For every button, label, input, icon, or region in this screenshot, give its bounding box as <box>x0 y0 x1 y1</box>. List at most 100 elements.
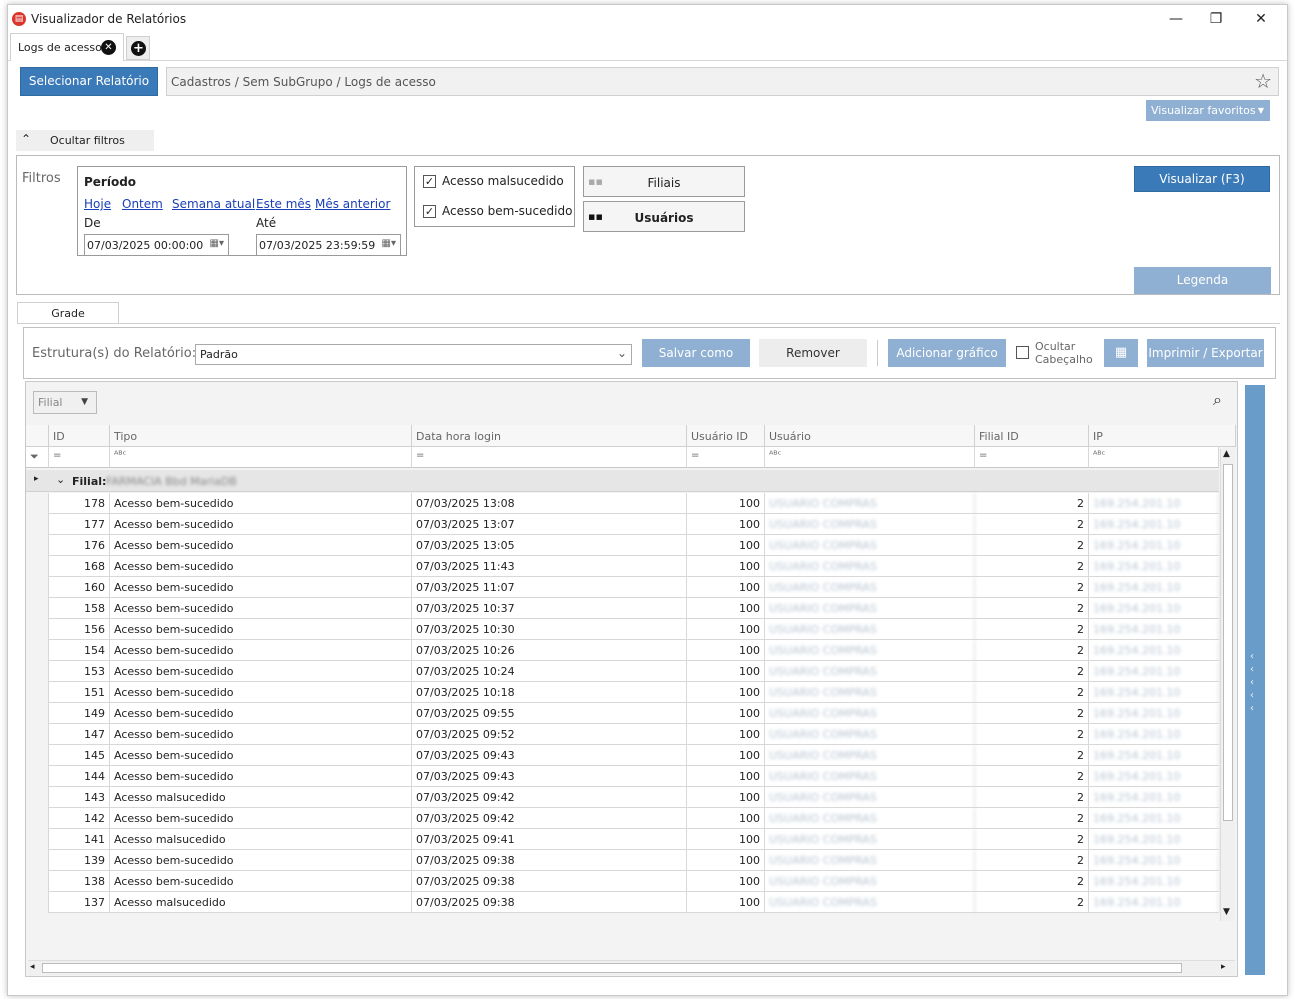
cell-fid[interactable]: 2 <box>975 808 1089 829</box>
col-header-tipo[interactable]: Tipo <box>110 425 412 447</box>
row-indicator[interactable] <box>26 556 49 577</box>
cell-user[interactable]: USUARIO COMPRAS <box>765 577 975 598</box>
cell-uid[interactable]: 100 <box>687 619 765 640</box>
row-indicator[interactable] <box>26 535 49 556</box>
cell-fid[interactable]: 2 <box>975 703 1089 724</box>
cell-data[interactable]: 07/03/2025 10:37 <box>412 598 687 619</box>
cell-uid[interactable]: 100 <box>687 808 765 829</box>
cell-uid[interactable]: 100 <box>687 514 765 535</box>
cell-uid[interactable]: 100 <box>687 682 765 703</box>
cell-id[interactable]: 142 <box>49 808 110 829</box>
close-window-button[interactable]: ✕ <box>1238 8 1284 30</box>
cell-user[interactable]: USUARIO COMPRAS <box>765 661 975 682</box>
col-header-data[interactable]: Data hora login <box>412 425 687 447</box>
cell-data[interactable]: 07/03/2025 09:41 <box>412 829 687 850</box>
table-row[interactable]: 142 Acesso bem-sucedido 07/03/2025 09:42 10… <box>26 808 1219 829</box>
table-row[interactable]: 149 Acesso bem-sucedido 07/03/2025 09:55 10… <box>26 703 1219 724</box>
excel-icon[interactable]: ▦ <box>1104 339 1138 367</box>
table-row[interactable]: 156 Acesso bem-sucedido 07/03/2025 10:30 10… <box>26 619 1219 640</box>
row-indicator[interactable] <box>26 724 49 745</box>
cell-tipo[interactable]: Acesso bem-sucedido <box>110 745 412 766</box>
cell-data[interactable]: 07/03/2025 13:07 <box>412 514 687 535</box>
row-indicator[interactable] <box>26 850 49 871</box>
cell-fid[interactable]: 2 <box>975 619 1089 640</box>
cell-uid[interactable]: 100 <box>687 703 765 724</box>
cell-tipo[interactable]: Acesso bem-sucedido <box>110 766 412 787</box>
hide-filters-toggle[interactable]: ⌃ Ocultar filtros <box>16 130 154 151</box>
cell-user[interactable]: USUARIO COMPRAS <box>765 556 975 577</box>
calendar-icon[interactable]: ▦▾ <box>382 238 396 249</box>
cell-data[interactable]: 07/03/2025 10:24 <box>412 661 687 682</box>
cell-uid[interactable]: 100 <box>687 766 765 787</box>
cell-fid[interactable]: 2 <box>975 598 1089 619</box>
cell-id[interactable]: 153 <box>49 661 110 682</box>
maximize-button[interactable]: ❐ <box>1193 8 1239 30</box>
cell-data[interactable]: 07/03/2025 11:07 <box>412 577 687 598</box>
cell-id[interactable]: 144 <box>49 766 110 787</box>
row-indicator[interactable] <box>26 787 49 808</box>
checkbox-fail[interactable]: ✓ <box>423 175 436 188</box>
filter-cell-ip[interactable]: ᴬᴮᶜ <box>1089 447 1219 468</box>
cell-uid[interactable]: 100 <box>687 598 765 619</box>
cell-fid[interactable]: 2 <box>975 535 1089 556</box>
cell-id[interactable]: 145 <box>49 745 110 766</box>
cell-data[interactable]: 07/03/2025 13:08 <box>412 493 687 514</box>
cell-uid[interactable]: 100 <box>687 745 765 766</box>
cell-user[interactable]: USUARIO COMPRAS <box>765 514 975 535</box>
cell-ip[interactable]: 169.254.201.10 <box>1089 577 1219 598</box>
table-row[interactable]: 139 Acesso bem-sucedido 07/03/2025 09:38 10… <box>26 850 1219 871</box>
cell-ip[interactable]: 169.254.201.10 <box>1089 619 1219 640</box>
cell-tipo[interactable]: Acesso malsucedido <box>110 787 412 808</box>
cell-ip[interactable]: 169.254.201.10 <box>1089 535 1219 556</box>
cell-tipo[interactable]: Acesso bem-sucedido <box>110 556 412 577</box>
cell-fid[interactable]: 2 <box>975 577 1089 598</box>
scroll-left-icon[interactable]: ◂ <box>30 962 35 972</box>
table-row[interactable]: 147 Acesso bem-sucedido 07/03/2025 09:52 10… <box>26 724 1219 745</box>
cell-uid[interactable]: 100 <box>687 724 765 745</box>
branches-button[interactable]: ▪▪ Filiais <box>583 166 745 197</box>
table-row[interactable]: 144 Acesso bem-sucedido 07/03/2025 09:43 10… <box>26 766 1219 787</box>
structure-select[interactable]: Padrão ⌄ <box>195 344 632 365</box>
cell-user[interactable]: USUARIO COMPRAS <box>765 871 975 892</box>
cell-uid[interactable]: 100 <box>687 850 765 871</box>
cell-id[interactable]: 139 <box>49 850 110 871</box>
legend-button[interactable]: Legenda <box>1134 267 1271 294</box>
row-indicator[interactable] <box>26 493 49 514</box>
cell-data[interactable]: 07/03/2025 13:05 <box>412 535 687 556</box>
scroll-right-icon[interactable]: ▸ <box>1221 962 1226 972</box>
row-indicator[interactable] <box>26 682 49 703</box>
cell-id[interactable]: 177 <box>49 514 110 535</box>
cell-fid[interactable]: 2 <box>975 724 1089 745</box>
vertical-scroll-thumb[interactable] <box>1223 464 1233 821</box>
cell-id[interactable]: 156 <box>49 619 110 640</box>
collapse-icon[interactable]: ⌄ <box>56 473 65 486</box>
cell-ip[interactable]: 169.254.201.10 <box>1089 556 1219 577</box>
link-current-week[interactable]: Semana atual <box>172 197 255 211</box>
table-row[interactable]: 145 Acesso bem-sucedido 07/03/2025 09:43 10… <box>26 745 1219 766</box>
link-this-month[interactable]: Este mês <box>256 197 311 211</box>
cell-tipo[interactable]: Acesso bem-sucedido <box>110 577 412 598</box>
cell-user[interactable]: USUARIO COMPRAS <box>765 829 975 850</box>
cell-ip[interactable]: 169.254.201.10 <box>1089 724 1219 745</box>
table-row[interactable]: 151 Acesso bem-sucedido 07/03/2025 10:18 10… <box>26 682 1219 703</box>
cell-tipo[interactable]: Acesso bem-sucedido <box>110 850 412 871</box>
view-button[interactable]: Visualizar (F3) <box>1134 166 1270 192</box>
cell-ip[interactable]: 169.254.201.10 <box>1089 766 1219 787</box>
cell-id[interactable]: 143 <box>49 787 110 808</box>
cell-data[interactable]: 07/03/2025 09:38 <box>412 871 687 892</box>
link-today[interactable]: Hoje <box>84 197 111 211</box>
cell-ip[interactable]: 169.254.201.10 <box>1089 661 1219 682</box>
cell-tipo[interactable]: Acesso bem-sucedido <box>110 640 412 661</box>
tab-logs-de-acesso[interactable]: Logs de acesso ✕ <box>10 33 124 61</box>
cell-data[interactable]: 07/03/2025 09:52 <box>412 724 687 745</box>
cell-user[interactable]: USUARIO COMPRAS <box>765 808 975 829</box>
from-date-input[interactable]: 07/03/2025 00:00:00 ▦▾ <box>84 234 229 256</box>
cell-data[interactable]: 07/03/2025 09:38 <box>412 892 687 913</box>
horizontal-scroll-thumb[interactable] <box>42 963 1182 973</box>
side-panel-toggle[interactable]: ‹ ‹ ‹ ‹ ‹ <box>1245 385 1265 975</box>
cell-fid[interactable]: 2 <box>975 640 1089 661</box>
cell-user[interactable]: USUARIO COMPRAS <box>765 703 975 724</box>
cell-fid[interactable]: 2 <box>975 829 1089 850</box>
cell-user[interactable]: USUARIO COMPRAS <box>765 493 975 514</box>
cell-ip[interactable]: 169.254.201.10 <box>1089 871 1219 892</box>
